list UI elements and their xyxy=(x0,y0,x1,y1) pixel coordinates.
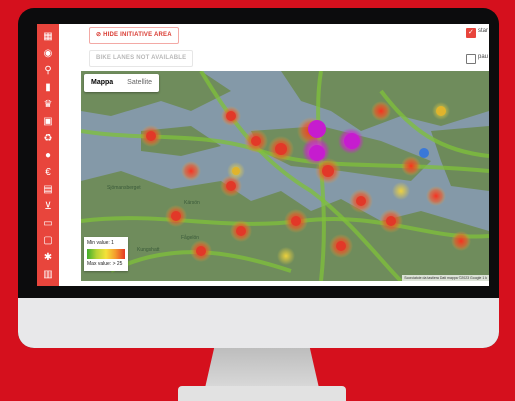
sidebar: ▦ ◉ ⚲ ▮ ♛ ▣ ♻ ● € ▤ ⊻ ▭ ▢ ✱ ▥ xyxy=(37,24,59,286)
euro-icon[interactable]: € xyxy=(41,166,55,180)
hide-initiative-area-button[interactable]: ⊘ HIDE INITIATIVE AREA xyxy=(89,27,179,44)
label-icon[interactable]: ▭ xyxy=(41,217,55,231)
place-label: Sjömansberget xyxy=(107,185,141,191)
report-icon[interactable]: ▥ xyxy=(41,268,55,282)
chart-icon[interactable]: ▮ xyxy=(41,81,55,95)
bike-lanes-button[interactable]: BIKE LANES NOT AVAILABLE xyxy=(89,50,194,67)
map-view[interactable]: Sjömansberget Kärsön Fågelön Kungshatt M… xyxy=(81,71,489,281)
bulb-icon[interactable]: ● xyxy=(41,149,55,163)
app-screen: ▦ ◉ ⚲ ▮ ♛ ▣ ♻ ● € ▤ ⊻ ▭ ▢ ✱ ▥ ⊘ HIDE INI… xyxy=(37,24,489,286)
bike-lanes-label: BIKE LANES NOT AVAILABLE xyxy=(96,55,187,61)
badge-icon[interactable]: ▣ xyxy=(41,115,55,129)
map-attribution: Scorciatoie da tastiera Dati mappa ©2023… xyxy=(402,275,489,281)
legend-gradient xyxy=(87,249,125,259)
hide-initiative-label: HIDE INITIATIVE AREA xyxy=(103,32,172,38)
tab-satellite[interactable]: Satellite xyxy=(120,74,159,92)
place-label: Kungshatt xyxy=(137,247,160,253)
monitor-stand-base xyxy=(178,386,346,401)
calendar-icon[interactable]: ▤ xyxy=(41,183,55,197)
checkbox-star-label: star xyxy=(478,28,489,34)
place-label: Fågelön xyxy=(181,234,199,241)
heatmap-legend: Min value: 1 Max value: > 25 xyxy=(84,237,128,271)
recycle-icon[interactable]: ♻ xyxy=(41,132,55,146)
legend-max: Max value: > 25 xyxy=(87,261,123,267)
settings-icon[interactable]: ✱ xyxy=(41,251,55,265)
chat-icon[interactable]: ▢ xyxy=(41,234,55,248)
place-label: Kärsön xyxy=(184,200,200,206)
map-type-toggle: Mappa Satellite xyxy=(84,74,160,92)
monitor-chin xyxy=(18,298,499,348)
cart-icon[interactable]: ⊻ xyxy=(41,200,55,214)
people-icon[interactable]: ◉ xyxy=(41,47,55,61)
checkbox-pau-label: pau xyxy=(478,54,489,60)
bike-icon[interactable]: ⚲ xyxy=(41,64,55,78)
map-canvas: Sjömansberget Kärsön Fågelön Kungshatt xyxy=(81,71,489,281)
monitor-stand-neck xyxy=(205,348,319,388)
dashboard-icon[interactable]: ▦ xyxy=(41,30,55,44)
tab-map[interactable]: Mappa xyxy=(84,74,120,92)
trophy-icon[interactable]: ♛ xyxy=(41,98,55,112)
checkbox-star[interactable] xyxy=(466,28,476,38)
legend-min: Min value: 1 xyxy=(87,240,114,246)
checkbox-pau[interactable] xyxy=(466,54,476,64)
